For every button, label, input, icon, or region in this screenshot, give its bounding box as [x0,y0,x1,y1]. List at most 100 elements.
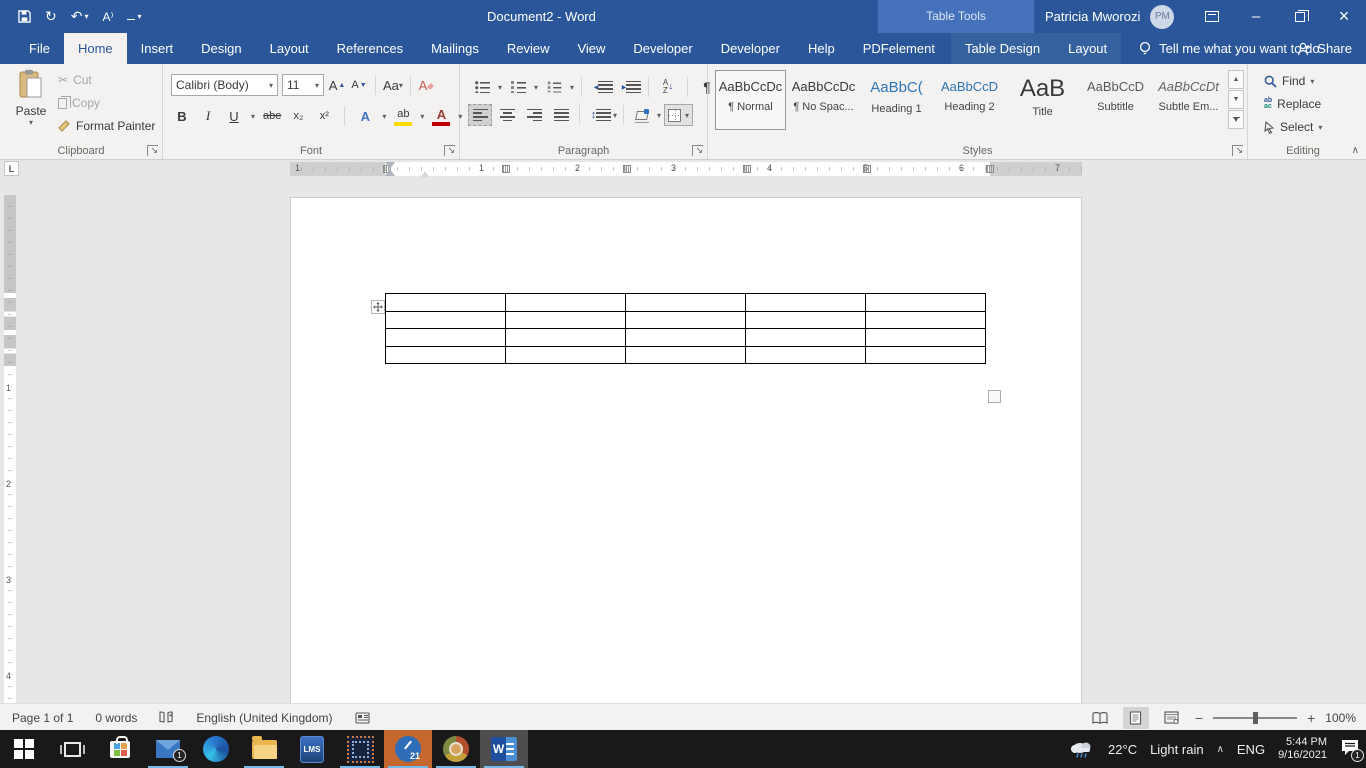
style-title[interactable]: AaBTitle [1007,70,1078,130]
tab-stop-selector[interactable]: L [4,161,19,176]
table-cell[interactable] [506,346,626,364]
close-button[interactable]: × [1322,0,1366,33]
tab-developer-2[interactable]: Developer [707,33,794,64]
tell-me-box[interactable]: Tell me what you want to do [1139,33,1319,64]
document-page[interactable] [290,197,1082,703]
avatar[interactable]: PM [1150,5,1174,29]
document-table[interactable] [385,293,986,364]
clear-formatting-button[interactable]: A [418,75,436,95]
read-aloud-button[interactable]: A⁾ [102,10,113,24]
table-cell[interactable] [866,311,986,329]
find-button[interactable]: Find▾ [1264,71,1322,91]
numbering-button[interactable] [506,76,530,98]
copy-button[interactable]: Copy [58,95,155,111]
shading-button[interactable] [630,104,654,126]
customize-qat-button[interactable]: ▾ [127,12,141,21]
bold-button[interactable]: B [173,106,191,126]
cut-button[interactable]: ✂Cut [58,72,155,88]
restore-button[interactable] [1278,0,1322,33]
font-color-button[interactable]: A [432,106,450,126]
table-cell[interactable] [626,294,746,312]
tab-table-layout[interactable]: Layout [1054,33,1121,64]
table-cell[interactable] [626,311,746,329]
underline-button[interactable]: U [225,106,243,126]
text-highlight-button[interactable]: ab [394,106,412,126]
macro-record-icon[interactable] [355,712,370,724]
tab-table-design[interactable]: Table Design [951,33,1054,64]
table-cell[interactable] [866,294,986,312]
bullets-dropdown[interactable]: ▾ [498,83,502,92]
tab-mailings[interactable]: Mailings [417,33,493,64]
line-spacing-button[interactable]: ↕ [586,104,610,126]
italic-button[interactable]: I [199,106,217,126]
underline-dropdown[interactable]: ▾ [251,112,255,121]
shading-dropdown[interactable]: ▾ [657,111,661,120]
grow-font-button[interactable]: A▲ [328,75,346,95]
style-heading-1[interactable]: AaBbC(Heading 1 [861,70,932,130]
horizontal-ruler[interactable]: 1 1 2 3 4 5 6 7 [290,162,1082,176]
table-resize-handle[interactable] [988,390,1001,403]
font-family-combobox[interactable]: Calibri (Body)▾ [171,74,278,96]
borders-button[interactable]: ▾ [664,104,693,126]
chrome-button[interactable] [432,730,480,768]
table-cell[interactable] [746,329,866,347]
remote-grid-app-button[interactable] [336,730,384,768]
tab-view[interactable]: View [563,33,619,64]
undo-button[interactable]: ↶▾ [71,8,89,25]
increase-indent-button[interactable]: ▶ [617,76,641,98]
zoom-out-button[interactable]: − [1195,710,1203,726]
tab-references[interactable]: References [323,33,417,64]
table-cell[interactable] [626,346,746,364]
justify-button[interactable] [549,104,573,126]
collapse-ribbon-button[interactable]: ∧ [1352,145,1359,156]
tray-clock[interactable]: 5:44 PM 9/16/2021 [1278,736,1327,762]
table-cell[interactable] [386,346,506,364]
strikethrough-button[interactable]: abe [263,106,281,126]
vertical-ruler[interactable]: 1 2 3 4 [4,195,16,703]
read-mode-button[interactable] [1087,707,1113,729]
zoom-in-button[interactable]: + [1307,710,1315,726]
text-highlight-dropdown[interactable]: ▾ [420,112,424,121]
weather-temperature[interactable]: 22°C [1108,742,1137,757]
align-left-button[interactable] [468,104,492,126]
style-subtitle[interactable]: AaBbCcDSubtitle [1080,70,1151,130]
minimize-button[interactable]: – [1234,0,1278,33]
table-column-marker[interactable] [863,165,871,173]
font-size-combobox[interactable]: 11▾ [282,74,324,96]
styles-scroll-down-button[interactable]: ▼ [1228,90,1244,109]
clock-app-button[interactable]: 21 [384,730,432,768]
zoom-level[interactable]: 100% [1325,711,1356,725]
table-cell[interactable] [506,294,626,312]
align-right-button[interactable] [522,104,546,126]
input-language[interactable]: ENG [1237,742,1265,757]
table-cell[interactable] [746,346,866,364]
paragraph-dialog-launcher[interactable]: ↘ [692,145,703,156]
ribbon-display-options-button[interactable] [1190,0,1234,33]
first-line-indent-marker[interactable] [385,162,395,169]
styles-gallery-more-button[interactable]: ▼ [1228,110,1244,129]
styles-dialog-launcher[interactable]: ↘ [1232,145,1243,156]
mail-button[interactable]: 1 [144,730,192,768]
format-painter-button[interactable]: Format Painter [58,118,155,134]
multilevel-list-dropdown[interactable]: ▾ [570,83,574,92]
table-cell[interactable] [506,329,626,347]
tab-file[interactable]: File [0,33,64,64]
web-layout-button[interactable] [1159,707,1185,729]
zoom-slider[interactable] [1213,717,1297,719]
user-name[interactable]: Patricia Mworozi [1045,9,1140,24]
change-case-button[interactable]: Aa▾ [383,75,403,95]
word-count[interactable]: 0 words [95,711,137,725]
numbering-dropdown[interactable]: ▾ [534,83,538,92]
text-effects-dropdown[interactable]: ▾ [382,112,386,121]
borders-dropdown[interactable]: ▾ [685,111,689,120]
page-indicator[interactable]: Page 1 of 1 [12,711,73,725]
clipboard-dialog-launcher[interactable]: ↘ [147,145,158,156]
replace-button[interactable]: abac Replace [1264,94,1322,114]
table-cell[interactable] [506,311,626,329]
zoom-slider-thumb[interactable] [1253,712,1258,724]
table-column-marker[interactable] [502,165,510,173]
table-cell[interactable] [746,311,866,329]
table-cell[interactable] [626,329,746,347]
sort-button[interactable]: AZ↓ [656,76,680,98]
start-button[interactable] [0,730,48,768]
